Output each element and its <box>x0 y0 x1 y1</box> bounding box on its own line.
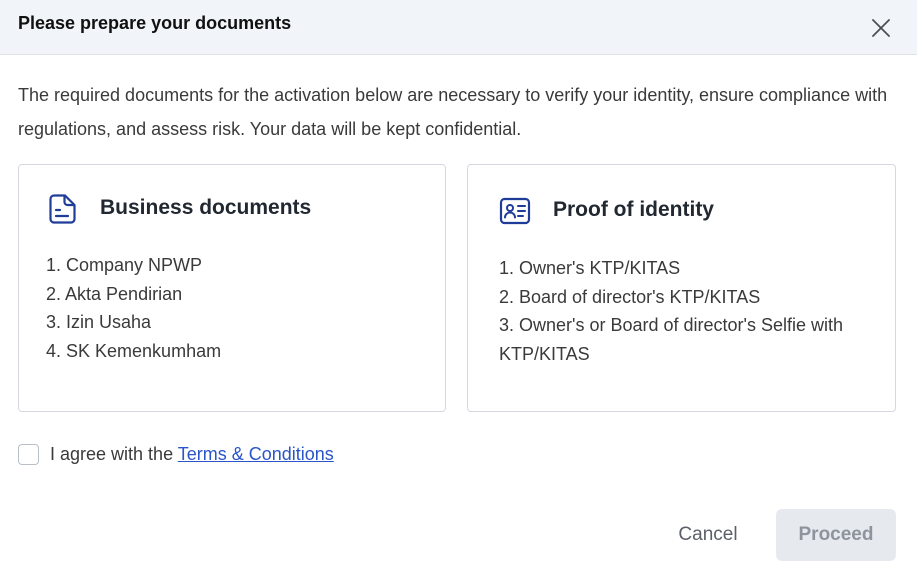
proceed-button[interactable]: Proceed <box>776 509 896 561</box>
business-documents-card: Business documents 1. Company NPWP 2. Ak… <box>18 164 446 412</box>
id-card-icon <box>499 197 531 225</box>
business-documents-title: Business documents <box>100 196 312 219</box>
list-item: 2. Board of director's KTP/KITAS <box>499 286 761 307</box>
terms-checkbox[interactable] <box>18 443 39 465</box>
proof-of-identity-list: 1. Owner's KTP/KITAS 2. Board of directo… <box>499 254 879 368</box>
list-item: 3. Owner's or Board of director's Selfie… <box>499 315 844 364</box>
business-documents-list: 1. Company NPWP 2. Akta Pendirian 3. Izi… <box>46 251 436 365</box>
terms-conditions-link[interactable]: Terms & Conditions <box>178 444 334 464</box>
document-icon <box>49 194 76 224</box>
proof-of-identity-title: Proof of identity <box>553 198 714 221</box>
close-button[interactable] <box>866 13 896 43</box>
list-item: 3. Izin Usaha <box>46 312 152 332</box>
list-item: 1. Company NPWP <box>46 255 203 275</box>
proof-of-identity-card: Proof of identity 1. Owner's KTP/KITAS 2… <box>467 164 896 412</box>
close-icon <box>872 19 890 37</box>
cancel-button[interactable]: Cancel <box>662 509 754 561</box>
list-item: 2. Akta Pendirian <box>46 283 183 304</box>
dialog-title: Please prepare your documents <box>18 13 292 33</box>
terms-agreement: I agree with the Terms & Conditions <box>18 442 334 466</box>
list-item: 4. SK Kemenkumham <box>46 340 222 361</box>
list-item: 1. Owner's KTP/KITAS <box>499 258 681 278</box>
dialog-header: Please prepare your documents <box>0 0 917 55</box>
terms-agreement-prefix: I agree with the <box>50 443 178 464</box>
terms-agreement-text: I agree with the Terms & Conditions <box>50 444 334 465</box>
intro-text: The required documents for the activatio… <box>18 85 888 139</box>
